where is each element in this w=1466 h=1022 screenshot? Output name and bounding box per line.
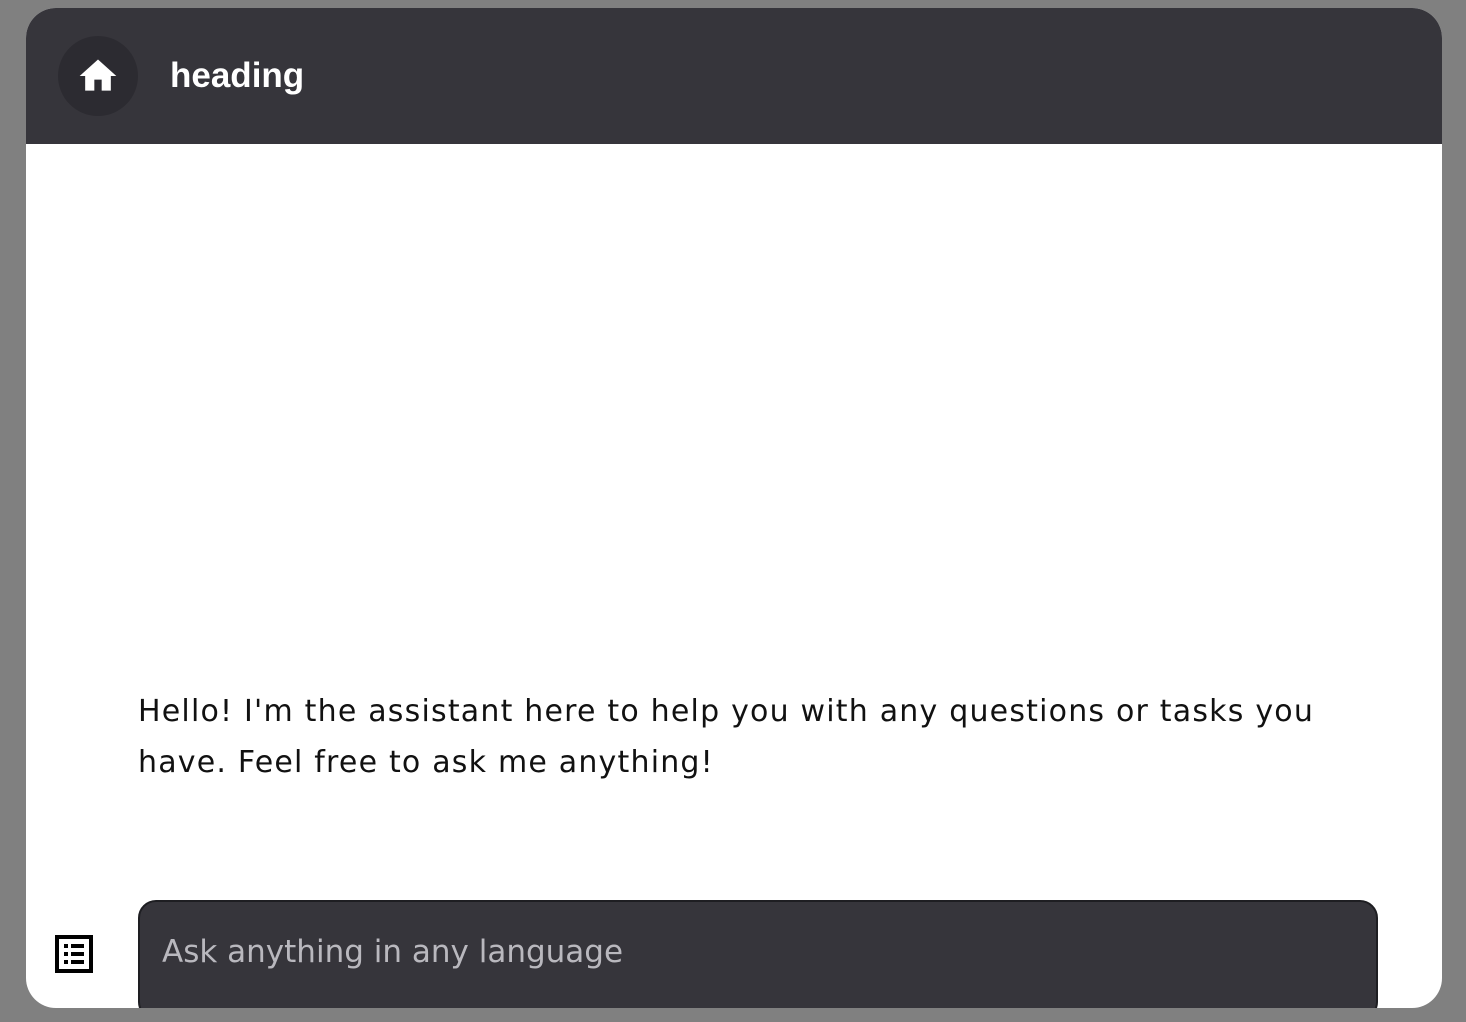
- page-title: heading: [170, 56, 305, 95]
- message-composer: [138, 900, 1378, 1008]
- home-button[interactable]: [58, 36, 138, 116]
- list-icon: [55, 935, 93, 973]
- chat-input[interactable]: [162, 924, 1342, 980]
- home-icon: [79, 59, 117, 91]
- menu-button[interactable]: [54, 934, 94, 974]
- chat-window: heading Hello! I'm the assistant here to…: [26, 8, 1442, 1008]
- assistant-message: Hello! I'm the assistant here to help yo…: [138, 694, 1315, 780]
- app-header: heading: [26, 8, 1442, 144]
